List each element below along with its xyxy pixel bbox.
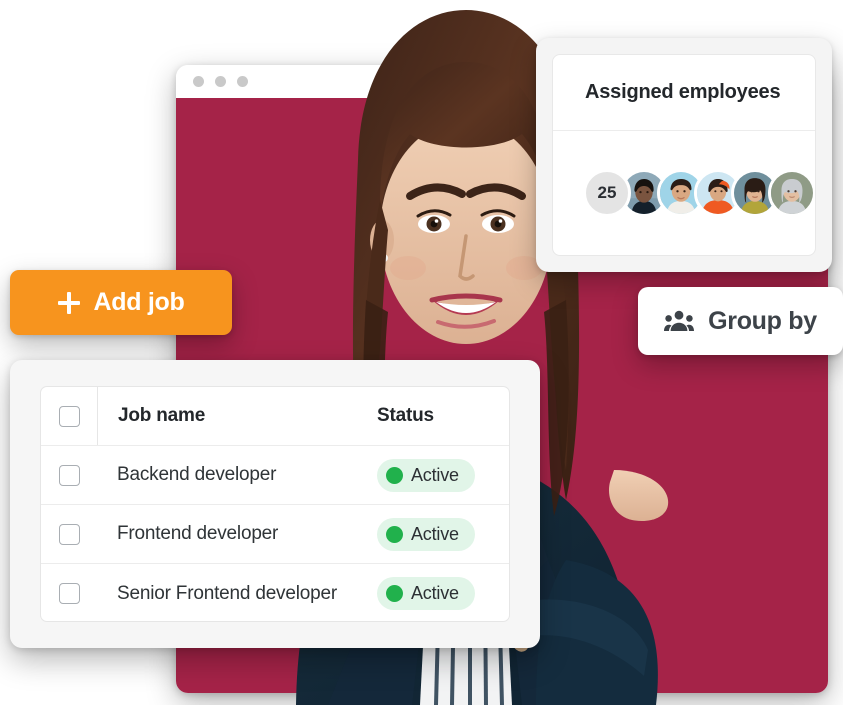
row-checkbox[interactable] bbox=[58, 583, 80, 604]
group-by-label: Group by bbox=[708, 306, 817, 335]
employee-count-value: 25 bbox=[597, 183, 617, 202]
select-all-cell bbox=[41, 387, 98, 445]
row-select-cell bbox=[41, 446, 97, 504]
row-checkbox[interactable] bbox=[58, 464, 80, 486]
assigned-employees-title: Assigned employees bbox=[585, 81, 781, 103]
status-dot-icon bbox=[386, 466, 403, 484]
plus-icon bbox=[57, 291, 80, 314]
cell-status: Active bbox=[377, 517, 509, 551]
traffic-light-maximize-icon[interactable] bbox=[237, 76, 248, 87]
row-select-cell bbox=[41, 564, 97, 621]
add-job-label: Add job bbox=[93, 288, 185, 316]
status-badge: Active bbox=[377, 577, 475, 610]
select-all-checkbox[interactable] bbox=[58, 405, 80, 427]
group-by-button[interactable]: Group by bbox=[638, 287, 843, 355]
assigned-employees-header: Assigned employees bbox=[553, 55, 815, 131]
assigned-employees-card: Assigned employees 25 bbox=[552, 54, 816, 256]
column-header-job-name[interactable]: Job name bbox=[98, 405, 377, 427]
column-header-status[interactable]: Status bbox=[377, 405, 509, 427]
status-dot-icon bbox=[386, 525, 403, 543]
status-label: Active bbox=[411, 583, 459, 603]
add-job-button[interactable]: Add job bbox=[10, 270, 232, 335]
avatar[interactable] bbox=[768, 169, 815, 217]
table-header-row: Job name Status bbox=[41, 387, 509, 446]
people-group-icon bbox=[664, 309, 695, 333]
cell-status: Active bbox=[377, 577, 509, 610]
status-badge: Active bbox=[377, 517, 475, 551]
status-dot-icon bbox=[386, 585, 403, 602]
assigned-employees-panel: Assigned employees 25 bbox=[536, 38, 832, 272]
cell-job-name: Senior Frontend developer bbox=[117, 582, 337, 604]
jobs-table: Job name Status Backend developer Active bbox=[40, 386, 510, 622]
avatar-stack[interactable]: 25 bbox=[583, 169, 815, 217]
status-label: Active bbox=[411, 464, 459, 485]
jobs-table-panel: Job name Status Backend developer Active bbox=[10, 360, 540, 648]
row-checkbox[interactable] bbox=[58, 523, 80, 545]
table-row[interactable]: Backend developer Active bbox=[41, 446, 509, 505]
row-select-cell bbox=[41, 505, 97, 563]
table-row[interactable]: Frontend developer Active bbox=[41, 505, 509, 564]
cell-status: Active bbox=[377, 458, 509, 492]
cell-job-name: Frontend developer bbox=[117, 523, 279, 544]
status-label: Active bbox=[411, 523, 459, 544]
status-badge: Active bbox=[377, 458, 475, 492]
traffic-light-close-icon[interactable] bbox=[193, 76, 204, 87]
assigned-employees-body: 25 bbox=[553, 131, 815, 255]
composite-illustration: Assigned employees 25 Add job Group by J… bbox=[0, 0, 843, 705]
employee-count-badge: 25 bbox=[583, 169, 631, 217]
cell-job-name: Backend developer bbox=[117, 464, 277, 485]
traffic-light-minimize-icon[interactable] bbox=[215, 76, 226, 87]
table-row[interactable]: Senior Frontend developer Active bbox=[41, 564, 509, 621]
